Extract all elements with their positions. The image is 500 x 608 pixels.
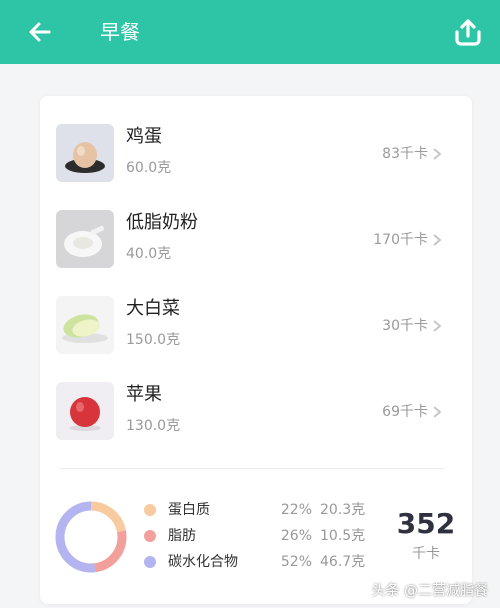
- milk-powder-thumbnail: [56, 210, 114, 268]
- legend-dot: [144, 556, 156, 568]
- nutrition-donut-chart: [55, 501, 127, 573]
- nutrient-percent: 52%: [280, 554, 312, 570]
- watermark: 头条 @二营减脂餐: [371, 583, 488, 599]
- food-name: 大白菜: [126, 298, 180, 319]
- chevron-right-icon: [433, 406, 442, 418]
- nutrition-row-fat: 脂肪 26% 10.5克: [144, 525, 384, 547]
- food-weight: 40.0克: [126, 246, 172, 262]
- nutrient-name: 碳水化合物: [168, 554, 238, 570]
- food-name: 低脂奶粉: [126, 212, 198, 233]
- arrow-left-icon: [29, 22, 51, 42]
- top-bar: 早餐: [0, 0, 500, 64]
- cabbage-thumbnail: [56, 296, 114, 354]
- divider: [60, 468, 444, 469]
- food-row-apple[interactable]: 苹果 130.0克 69千卡: [40, 382, 472, 468]
- food-weight: 150.0克: [126, 332, 181, 348]
- food-calories: 30千卡: [382, 318, 428, 334]
- milk-powder-icon: [56, 210, 114, 268]
- food-name: 苹果: [126, 384, 162, 405]
- legend-dot: [144, 504, 156, 516]
- chevron-right-icon: [433, 320, 442, 332]
- legend-dot: [144, 530, 156, 542]
- share-button[interactable]: [448, 12, 488, 52]
- nutrient-name: 蛋白质: [168, 502, 210, 518]
- food-row-milk-powder[interactable]: 低脂奶粉 40.0克 170千卡: [40, 210, 472, 296]
- food-weight: 130.0克: [126, 418, 181, 434]
- food-name: 鸡蛋: [126, 126, 162, 147]
- total-calories: 352: [396, 507, 456, 540]
- egg-icon: [56, 124, 114, 182]
- nutrient-grams: 46.7克: [320, 554, 366, 570]
- food-calories: 170千卡: [373, 232, 428, 248]
- food-calories: 83千卡: [382, 146, 428, 162]
- nutrition-row-carbs: 碳水化合物 52% 46.7克: [144, 551, 384, 573]
- apple-thumbnail: [56, 382, 114, 440]
- nutrient-percent: 26%: [280, 528, 312, 544]
- meal-card: 鸡蛋 60.0克 83千卡 低脂奶粉 40.0克 170千卡 大白菜 150.0…: [40, 96, 472, 604]
- nutrient-grams: 20.3克: [320, 502, 366, 518]
- nutrient-percent: 22%: [280, 502, 312, 518]
- back-button[interactable]: [22, 14, 58, 50]
- egg-thumbnail: [56, 124, 114, 182]
- page-title: 早餐: [100, 20, 140, 44]
- chevron-right-icon: [433, 234, 442, 246]
- share-upload-icon: [455, 19, 481, 46]
- apple-icon: [56, 382, 114, 440]
- food-row-cabbage[interactable]: 大白菜 150.0克 30千卡: [40, 296, 472, 382]
- nutrition-row-protein: 蛋白质 22% 20.3克: [144, 499, 384, 521]
- food-weight: 60.0克: [126, 160, 172, 176]
- total-calories-unit: 千卡: [412, 546, 440, 562]
- nutrient-name: 脂肪: [168, 528, 196, 544]
- nutrient-grams: 10.5克: [320, 528, 366, 544]
- food-calories: 69千卡: [382, 404, 428, 420]
- cabbage-icon: [56, 296, 114, 354]
- chevron-right-icon: [433, 148, 442, 160]
- food-row-egg[interactable]: 鸡蛋 60.0克 83千卡: [40, 124, 472, 210]
